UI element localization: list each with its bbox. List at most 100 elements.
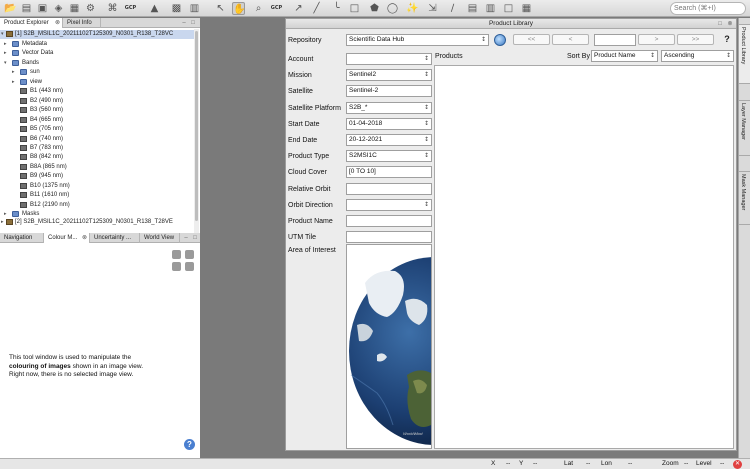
range-finder-icon[interactable]: ↗ <box>292 2 305 15</box>
gcp-icon[interactable]: GCP <box>124 2 137 15</box>
field-select-9[interactable] <box>346 198 432 211</box>
pan-icon[interactable]: ✋ <box>232 2 245 15</box>
tree-item[interactable]: B1 (443 nm) <box>0 87 194 96</box>
import-palette-icon[interactable] <box>185 250 194 259</box>
tree-item[interactable]: B10 (1375 nm) <box>0 182 194 191</box>
world-icon[interactable]: ▩ <box>170 2 183 15</box>
cursor-icon[interactable]: ↖ <box>214 2 227 15</box>
sort-order-select[interactable]: Ascending <box>661 50 734 62</box>
tree-item[interactable]: B11 (1610 nm) <box>0 191 194 200</box>
measure-icon[interactable]: ⇲ <box>426 2 439 15</box>
vtab-mask-manager[interactable]: Mask Manager <box>739 171 750 225</box>
polyline-icon[interactable]: ╰ <box>330 2 343 15</box>
minimize-icon[interactable]: □ <box>716 20 724 28</box>
tree-product-1[interactable]: ▾ [1] S2B_MSIL1C_20211102T125309_N0301_R… <box>0 30 194 39</box>
next-page-button[interactable]: > <box>638 34 675 45</box>
field-input-10[interactable] <box>346 215 432 227</box>
repository-select[interactable]: Scientific Data Hub <box>346 34 489 46</box>
expand-icon[interactable]: ▸ <box>12 68 15 77</box>
expand-icon[interactable]: ▸ <box>4 40 7 49</box>
tree-item[interactable]: ▸ view <box>0 78 194 87</box>
page-input[interactable] <box>594 34 636 46</box>
tab-world-view[interactable]: World View <box>140 233 180 243</box>
expand-icon[interactable]: ▸ <box>1 218 4 227</box>
minimize-icon[interactable]: – <box>182 234 190 242</box>
tab-colour-manipulation[interactable]: Colour M... ⊗ <box>44 233 90 243</box>
field-input-7[interactable]: [0 TO 10] <box>346 166 432 179</box>
field-select-6[interactable]: S2MSI1C <box>346 150 432 163</box>
tree-product-2[interactable]: ▸ [2] S2B_MSIL1C_20211102T125309_N0301_R… <box>0 218 194 227</box>
tree-item[interactable]: B8 (842 nm) <box>0 153 194 162</box>
tree-item[interactable]: B12 (2190 nm) <box>0 201 194 210</box>
ellipse-icon[interactable]: ◯ <box>386 2 399 15</box>
tab-navigation[interactable]: Navigation <box>0 233 44 243</box>
tree-item[interactable]: B5 (705 nm) <box>0 125 194 134</box>
graph-icon[interactable]: ⌘ <box>106 2 119 15</box>
field-select-0[interactable] <box>346 53 432 65</box>
tree-item[interactable]: B9 (945 nm) <box>0 172 194 181</box>
products-list[interactable] <box>434 65 734 449</box>
polygon-icon[interactable]: ⬟ <box>368 2 381 15</box>
maximize-icon[interactable]: □ <box>189 19 197 27</box>
close-icon[interactable]: ⊗ <box>82 233 87 243</box>
close-icon[interactable]: ⊗ <box>55 18 60 28</box>
tree-item[interactable]: B8A (865 nm) <box>0 163 194 172</box>
help-button[interactable]: ? <box>722 34 732 45</box>
gcp-tool-icon[interactable]: GCP <box>270 2 283 15</box>
search-input[interactable]: Search (⌘+I) <box>670 2 746 15</box>
tree-item[interactable]: B4 (665 nm) <box>0 116 194 125</box>
window-icon[interactable]: □ <box>502 2 515 15</box>
line-icon[interactable]: ╱ <box>310 2 323 15</box>
tree-item[interactable]: B7 (783 nm) <box>0 144 194 153</box>
world-globe[interactable] <box>347 255 431 448</box>
first-page-button[interactable]: << <box>513 34 550 45</box>
field-select-1[interactable]: Sentinel2 <box>346 69 432 82</box>
tree-item[interactable]: ▸ Vector Data <box>0 49 194 58</box>
tile-icon[interactable]: ▤ <box>466 2 479 15</box>
save-icon[interactable]: ▤ <box>20 2 33 15</box>
distribute-icon[interactable] <box>185 262 194 271</box>
prev-page-button[interactable]: < <box>552 34 589 45</box>
help-icon[interactable]: ? <box>184 439 195 450</box>
settings-icon[interactable]: ⚙ <box>84 2 97 15</box>
field-select-4[interactable]: 01-04-2018 <box>346 117 432 130</box>
expand-icon[interactable]: ▸ <box>4 49 7 58</box>
field-input-11[interactable] <box>346 231 432 244</box>
reset-icon[interactable] <box>172 250 181 259</box>
tab-pixel-info[interactable]: Pixel Info <box>63 18 101 28</box>
export-palette-icon[interactable] <box>172 262 181 271</box>
tree-scroll-thumb[interactable] <box>195 31 198 221</box>
export-icon[interactable]: ◈ <box>52 2 65 15</box>
field-input-2[interactable]: Sentinel-2 <box>346 85 432 98</box>
close-icon[interactable]: ⊗ <box>726 20 734 28</box>
field-select-5[interactable]: 20-12-2021 <box>346 134 432 146</box>
tree-item[interactable]: B2 (490 nm) <box>0 97 194 106</box>
field-select-3[interactable]: S2B_* <box>346 101 432 114</box>
open-icon[interactable]: 📂 <box>4 2 17 15</box>
sort-by-select[interactable]: Product Name <box>591 50 658 62</box>
stop-icon[interactable]: ✕ <box>733 460 742 469</box>
vtab-product-library[interactable]: Product Library <box>739 24 750 84</box>
expand-icon[interactable]: ▸ <box>12 78 15 87</box>
area-of-interest-map[interactable]: WorldWind <box>346 244 432 449</box>
collapse-icon[interactable]: ▾ <box>4 59 7 68</box>
vtab-layer-manager[interactable]: Layer Manager <box>739 100 750 156</box>
tree-scrollbar[interactable] <box>194 29 199 235</box>
pin-icon[interactable]: ▲ <box>148 2 161 15</box>
window-grid-icon[interactable]: ▦ <box>520 2 533 15</box>
tree-item[interactable]: ▾ Bands <box>0 59 194 68</box>
rectangle-icon[interactable]: □ <box>348 2 361 15</box>
tab-product-explorer[interactable]: Product Explorer ⊗ <box>0 18 63 28</box>
brush-icon[interactable]: ∕ <box>446 2 459 15</box>
tile-vertical-icon[interactable]: ▥ <box>484 2 497 15</box>
tree-item[interactable]: ▸ sun <box>0 68 194 77</box>
tree-item[interactable]: B6 (740 nm) <box>0 135 194 144</box>
tree-item[interactable]: ▸ Metadata <box>0 40 194 49</box>
tree-item[interactable]: B3 (560 nm) <box>0 106 194 115</box>
field-input-8[interactable] <box>346 182 432 195</box>
globe-icon[interactable] <box>494 34 506 46</box>
last-page-button[interactable]: >> <box>677 34 714 45</box>
minimize-icon[interactable]: – <box>180 19 188 27</box>
magic-wand-icon[interactable]: ✨ <box>406 2 419 15</box>
zoom-icon[interactable]: ⌕ <box>252 2 265 15</box>
